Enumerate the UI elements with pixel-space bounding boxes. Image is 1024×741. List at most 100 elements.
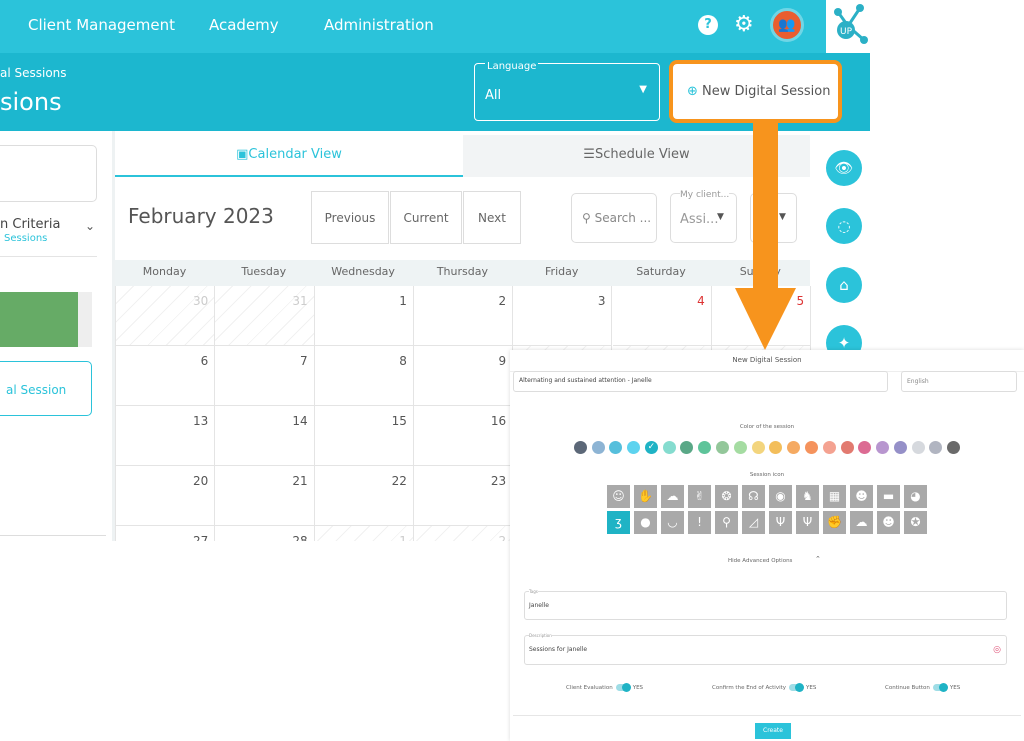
color-swatch[interactable] bbox=[662, 441, 676, 454]
description-input[interactable]: Description Sessions for Janelle ◎ bbox=[524, 633, 1007, 665]
calendar-day[interactable]: 30 bbox=[116, 286, 216, 346]
session-icon-option[interactable]: ✌ bbox=[688, 484, 711, 508]
filter-box[interactable] bbox=[0, 145, 97, 202]
toggle-switch[interactable] bbox=[789, 682, 805, 692]
calendar-day[interactable]: 28 bbox=[215, 526, 315, 541]
color-swatch[interactable] bbox=[591, 441, 605, 454]
previous-button[interactable]: Previous bbox=[311, 191, 389, 244]
calendar-day[interactable]: 6 bbox=[116, 346, 216, 406]
color-swatch[interactable] bbox=[804, 441, 818, 454]
color-swatch[interactable] bbox=[876, 441, 890, 454]
calendar-day[interactable]: 2 bbox=[413, 526, 514, 541]
session-icon-option[interactable]: ! bbox=[688, 510, 711, 534]
calendar-day[interactable]: 27 bbox=[116, 526, 216, 541]
avatar[interactable]: 👥 bbox=[770, 8, 804, 42]
calendar-day[interactable]: 8 bbox=[314, 346, 414, 406]
refresh-icon[interactable]: ◌ bbox=[826, 208, 862, 244]
calendar-day[interactable]: 15 bbox=[314, 406, 414, 466]
color-swatch[interactable] bbox=[787, 441, 801, 454]
color-swatch[interactable] bbox=[716, 441, 730, 454]
session-icon-option[interactable]: ☁ bbox=[850, 510, 873, 534]
calendar-day[interactable]: 13 bbox=[116, 406, 216, 466]
chevron-up-icon[interactable]: ⌃ bbox=[815, 555, 821, 563]
calendar-day[interactable]: 20 bbox=[116, 466, 216, 526]
next-button[interactable]: Next bbox=[463, 191, 521, 244]
calendar-day[interactable]: 21 bbox=[215, 466, 315, 526]
session-icon-option[interactable]: ❂ bbox=[715, 484, 738, 508]
color-swatch[interactable] bbox=[893, 441, 907, 454]
calendar-day[interactable]: 22 bbox=[314, 466, 414, 526]
scrollbar[interactable] bbox=[78, 292, 92, 347]
session-icon-option[interactable]: ☊ bbox=[742, 484, 765, 508]
session-language-select[interactable]: English bbox=[901, 371, 1017, 392]
help-icon[interactable]: ? bbox=[698, 15, 718, 35]
calendar-day[interactable]: 23 bbox=[413, 466, 514, 526]
session-icon-option[interactable]: ✊ bbox=[823, 510, 846, 534]
session-icon-option[interactable]: ☻ bbox=[877, 510, 900, 534]
toggle-continue-button[interactable]: Continue Button YES bbox=[885, 682, 960, 692]
color-swatch[interactable] bbox=[822, 441, 836, 454]
color-swatch[interactable]: ✓ bbox=[644, 441, 658, 454]
color-swatch[interactable] bbox=[751, 441, 765, 454]
color-swatch[interactable] bbox=[947, 441, 961, 454]
calendar-day[interactable]: 2 bbox=[413, 286, 514, 346]
session-icon-option[interactable]: ◉ bbox=[769, 484, 792, 508]
search-input[interactable]: ⚲ Search ... bbox=[571, 193, 657, 243]
language-select[interactable]: Language All ▼ bbox=[474, 61, 660, 121]
session-icon-option[interactable]: ☺ bbox=[607, 484, 630, 508]
calendar-day[interactable]: 31 bbox=[215, 286, 315, 346]
calendar-day[interactable]: 1 bbox=[314, 286, 414, 346]
calendar-day[interactable]: 7 bbox=[215, 346, 315, 406]
clients-select[interactable]: My client... Assi... ▼ bbox=[670, 190, 737, 243]
calendar-day[interactable]: 1 bbox=[314, 526, 414, 541]
session-name-input[interactable]: Alternating and sustained attention - Ja… bbox=[513, 371, 888, 392]
toggle-switch[interactable] bbox=[932, 682, 948, 692]
session-icon-option[interactable]: ⚲ bbox=[715, 510, 738, 534]
color-swatch[interactable] bbox=[929, 441, 943, 454]
color-swatch[interactable] bbox=[858, 441, 872, 454]
color-swatch[interactable] bbox=[769, 441, 783, 454]
nav-academy[interactable]: Academy bbox=[209, 16, 279, 34]
home-icon[interactable]: ⌂ bbox=[826, 267, 862, 303]
nav-administration[interactable]: Administration bbox=[324, 16, 434, 34]
session-icon-option[interactable]: ✪ bbox=[904, 510, 927, 534]
calendar-day[interactable]: 4 bbox=[612, 286, 712, 346]
calendar-day[interactable]: 14 bbox=[215, 406, 315, 466]
toggle-switch[interactable] bbox=[615, 682, 631, 692]
session-icon-option[interactable]: ʒ bbox=[607, 510, 630, 534]
gear-icon[interactable]: ⚙ bbox=[734, 12, 754, 37]
color-swatch[interactable] bbox=[609, 441, 623, 454]
session-icon-option[interactable]: ✋ bbox=[634, 484, 657, 508]
session-icon-option[interactable]: ☁ bbox=[661, 484, 684, 508]
session-icon-option[interactable]: ♞ bbox=[796, 484, 819, 508]
session-icon-option[interactable]: Ψ bbox=[796, 510, 819, 534]
nav-client-management[interactable]: Client Management bbox=[28, 16, 175, 34]
hide-advanced-options[interactable]: Hide Advanced Options bbox=[728, 558, 792, 564]
color-swatch[interactable] bbox=[698, 441, 712, 454]
create-button[interactable]: Create bbox=[755, 723, 791, 739]
chevron-down-icon[interactable]: ⌄ bbox=[85, 219, 95, 233]
color-swatch[interactable] bbox=[627, 441, 641, 454]
session-icon-option[interactable]: Ψ bbox=[769, 510, 792, 534]
color-swatch[interactable] bbox=[680, 441, 694, 454]
session-icon-option[interactable]: ◿ bbox=[742, 510, 765, 534]
breadcrumb[interactable]: al Sessions bbox=[0, 66, 67, 80]
session-icon-option[interactable]: ◡ bbox=[661, 510, 684, 534]
color-swatch[interactable] bbox=[840, 441, 854, 454]
calendar-day[interactable]: 3 bbox=[513, 286, 613, 346]
toggle-client-evaluation[interactable]: Client Evaluation YES bbox=[566, 682, 643, 692]
new-digital-session-button[interactable]: ⊕ New Digital Session bbox=[669, 60, 842, 123]
color-swatch[interactable] bbox=[911, 441, 925, 454]
calendar-day[interactable]: 9 bbox=[413, 346, 514, 406]
tags-input[interactable]: Tags Janelle bbox=[524, 589, 1007, 620]
session-icon-option[interactable]: ▦ bbox=[823, 484, 846, 508]
new-session-side-button[interactable]: al Session bbox=[0, 361, 92, 416]
color-swatch[interactable] bbox=[733, 441, 747, 454]
toggle-confirm-end[interactable]: Confirm the End of Activity YES bbox=[712, 682, 816, 692]
color-swatch[interactable] bbox=[573, 441, 587, 454]
session-icon-option[interactable]: ● bbox=[634, 510, 657, 534]
session-icon-option[interactable]: ◕ bbox=[904, 484, 927, 508]
session-icon-option[interactable]: ▬ bbox=[877, 484, 900, 508]
eye-icon[interactable]: 👁 bbox=[826, 150, 862, 186]
current-button[interactable]: Current bbox=[390, 191, 462, 244]
